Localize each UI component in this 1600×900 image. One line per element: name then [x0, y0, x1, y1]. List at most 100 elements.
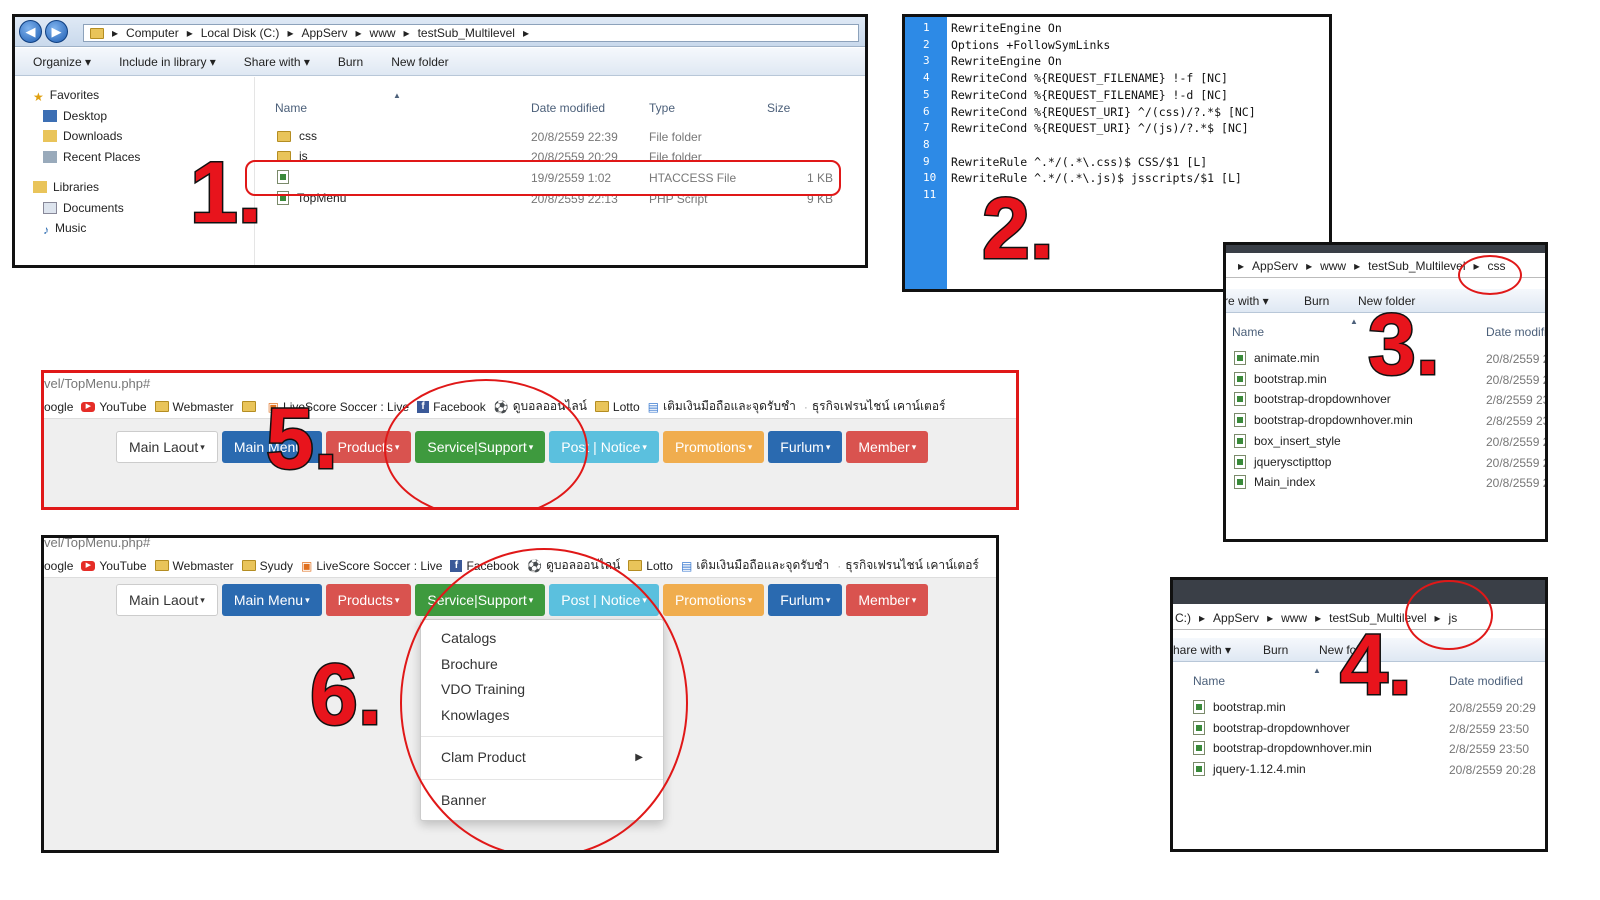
nav-favorites[interactable]: ★ Favorites [33, 85, 254, 106]
breadcrumb-item[interactable]: www [370, 26, 396, 40]
bookmark-item[interactable]: · ธุรกิจเฟรนไชน์ เคาน์เตอร์ [837, 556, 979, 575]
menu-button-main-laout[interactable]: Main Laout ▾ [116, 431, 218, 463]
dropdown-item-vdo-training[interactable]: VDO Training [421, 677, 663, 703]
burn-button[interactable]: Burn [1304, 294, 1329, 308]
back-icon[interactable]: ◀ [19, 20, 42, 43]
bookmark-item[interactable]: f Facebook [450, 559, 519, 573]
bookmark-item[interactable]: ⚽ ดูบอลออนไลน์ [494, 397, 587, 416]
breadcrumb-item[interactable]: js [1449, 611, 1458, 625]
breadcrumb-item[interactable]: testSub_Multilevel [1368, 259, 1465, 273]
menu-button-main-laout[interactable]: Main Laout ▾ [116, 584, 218, 616]
star-icon: ★ [33, 90, 44, 104]
menu-button-member[interactable]: Member ▾ [846, 584, 929, 616]
bookmark-item[interactable] [241, 401, 260, 412]
bookmark-item[interactable]: Syudy [241, 559, 293, 573]
menu-button-post-notice[interactable]: Post | Notice ▾ [549, 584, 659, 616]
file-row[interactable]: bootstrap-dropdownhover [1193, 720, 1350, 735]
column-size[interactable]: Size [767, 101, 790, 115]
bookmark-item[interactable]: Webmaster [154, 400, 234, 414]
bookmark-item[interactable]: oogle [44, 400, 73, 414]
share-with-button[interactable]: re with ▾ [1226, 294, 1269, 308]
file-row[interactable]: bootstrap.min [1234, 371, 1327, 386]
bookmark-label: YouTube [99, 399, 147, 414]
share-with-button[interactable]: Share with ▾ [244, 55, 310, 69]
bookmark-item[interactable]: f Facebook [417, 400, 486, 414]
dropdown-item-catalogs[interactable]: Catalogs [421, 626, 663, 652]
breadcrumb[interactable]: ▸ AppServ ▸ www ▸ testSub_Multilevel ▸ css [1226, 254, 1545, 278]
url-bar[interactable]: vel/TopMenu.php# [44, 373, 1016, 395]
breadcrumb-item[interactable]: C:) [1175, 611, 1191, 625]
breadcrumb-item[interactable]: Local Disk (C:) [201, 26, 280, 40]
menu-button-products[interactable]: Products ▾ [325, 584, 412, 616]
column-date[interactable]: Date modified [531, 101, 605, 115]
column-date[interactable]: Date modifi [1486, 325, 1545, 339]
breadcrumb-item[interactable]: AppServ [1252, 259, 1298, 273]
menu-button-service-support[interactable]: Service|Support ▾ [415, 584, 546, 616]
column-name[interactable]: Name [275, 101, 307, 115]
nav-desktop[interactable]: Desktop [33, 106, 254, 127]
file-row[interactable]: css [277, 129, 317, 143]
bookmark-item[interactable]: · ธุรกิจเฟรนไชน์ เคาน์เตอร์ [804, 397, 946, 416]
menu-button-promotions[interactable]: Promotions ▾ [662, 584, 765, 616]
file-row[interactable]: Main_index [1234, 475, 1315, 490]
breadcrumb-item[interactable]: css [1488, 259, 1506, 273]
file-row[interactable]: bootstrap.min [1193, 700, 1286, 714]
nav-downloads[interactable]: Downloads [33, 126, 254, 147]
bookmark-item[interactable]: oogle [44, 559, 73, 573]
file-row[interactable]: bootstrap-dropdownhover.min [1193, 741, 1372, 756]
new-folder-button[interactable]: New folder [391, 55, 448, 69]
file-icon [1193, 700, 1205, 714]
bookmark-item[interactable]: ⚽ ดูบอลออนไลน์ [527, 556, 620, 575]
menu-button-post-notice[interactable]: Post | Notice ▾ [549, 431, 659, 463]
bookmark-item[interactable]: ▤ เติมเงินมือถือและจุดรับชำ [681, 556, 829, 575]
breadcrumb[interactable]: ▸ Computer ▸ Local Disk (C:) ▸ AppServ ▸ ww… [83, 24, 859, 42]
breadcrumb-item[interactable]: Computer [126, 26, 179, 40]
organize-button[interactable]: Organize ▾ [33, 55, 91, 69]
menu-button-service-support[interactable]: Service|Support ▾ [415, 431, 546, 463]
column-name[interactable]: Name [1232, 325, 1264, 339]
menu-button-main-menu[interactable]: Main Menu ▾ [221, 584, 322, 616]
htaccess-file-row[interactable] [277, 170, 297, 184]
url-bar[interactable]: vel/TopMenu.php# [44, 538, 996, 554]
bookmark-item[interactable]: ▶ YouTube [81, 399, 147, 414]
menu-button-furlum[interactable]: Furlum ▾ [768, 584, 843, 616]
dropdown-item-banner[interactable]: Banner [421, 788, 663, 814]
file-icon [1234, 351, 1246, 365]
file-row[interactable]: TopMenu [277, 191, 346, 205]
burn-button[interactable]: Burn [1263, 643, 1288, 657]
column-name[interactable]: Name [1193, 674, 1225, 688]
menu-button-promotions[interactable]: Promotions ▾ [662, 431, 765, 463]
dropdown-item-clam-product[interactable]: Clam Product ▶ [421, 745, 663, 771]
include-library-button[interactable]: Include in library ▾ [119, 55, 216, 69]
breadcrumb-item[interactable]: www [1320, 259, 1346, 273]
bookmark-item[interactable]: ▤ เติมเงินมือถือและจุดรับชำ [648, 397, 796, 416]
dropdown-item-knowlages[interactable]: Knowlages [421, 703, 663, 729]
file-row[interactable]: jquerysctipttop [1234, 454, 1331, 469]
htaccess-code[interactable]: RewriteEngine On Options +FollowSymLinks… [951, 20, 1256, 187]
bookmark-item[interactable]: ▣ LiveScore Soccer : Live [301, 559, 442, 573]
bookmark-item[interactable]: Lotto [594, 400, 640, 414]
menu-button-member[interactable]: Member ▾ [846, 431, 929, 463]
breadcrumb-item[interactable]: www [1281, 611, 1307, 625]
breadcrumb-item[interactable]: AppServ [1213, 611, 1259, 625]
file-row[interactable]: bootstrap-dropdownhover.min [1234, 413, 1413, 428]
file-row[interactable]: js [277, 150, 308, 162]
file-row[interactable]: animate.min [1234, 351, 1319, 365]
file-row[interactable]: bootstrap-dropdownhover [1234, 392, 1391, 407]
file-row[interactable]: jquery-1.12.4.min [1193, 762, 1306, 777]
breadcrumb-item[interactable]: AppServ [301, 26, 347, 40]
column-date[interactable]: Date modified [1449, 674, 1523, 688]
dropdown-item-brochure[interactable]: Brochure [421, 652, 663, 678]
menu-button-furlum[interactable]: Furlum ▾ [768, 431, 843, 463]
burn-button[interactable]: Burn [338, 55, 363, 69]
column-type[interactable]: Type [649, 101, 675, 115]
forward-icon[interactable]: ▶ [45, 20, 68, 43]
bookmark-item[interactable]: ▶ YouTube [81, 559, 147, 573]
file-row[interactable]: box_insert_style [1234, 433, 1341, 448]
share-with-button[interactable]: hare with ▾ [1173, 643, 1231, 657]
breadcrumb-item[interactable]: testSub_Multilevel [418, 26, 515, 40]
bookmark-item[interactable]: Webmaster [154, 559, 234, 573]
bookmark-item[interactable]: Lotto [628, 559, 673, 573]
downloads-icon [43, 130, 57, 142]
menu-button-products[interactable]: Products ▾ [325, 431, 412, 463]
